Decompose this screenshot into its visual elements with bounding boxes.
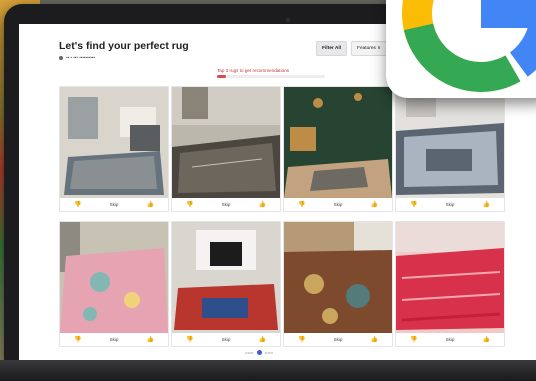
rug-photo[interactable] (60, 87, 168, 198)
rug-card[interactable]: 👎 Skip 👍 (395, 86, 505, 212)
pager: •••••• •••••• (245, 350, 274, 356)
thumbs-up-icon[interactable]: 👍 (482, 201, 489, 208)
pager-left-text: •••••• (245, 350, 254, 355)
card-vote-row: 👎 Skip 👍 (396, 333, 504, 346)
thumbs-down-icon[interactable]: 👎 (298, 336, 305, 343)
thumbs-up-icon[interactable]: 👍 (146, 201, 153, 208)
subtitle-row: •• • ••• •••••••••• (59, 55, 95, 60)
subtitle-text: •• • ••• •••••••••• (66, 55, 95, 60)
card-vote-row: 👎 Skip 👍 (60, 198, 168, 211)
rug-photo[interactable] (396, 222, 504, 333)
rug-card[interactable]: 👎 Skip 👍 (395, 221, 505, 347)
skip-button[interactable]: Skip (222, 202, 231, 207)
thumbs-down-icon[interactable]: 👎 (74, 201, 81, 208)
progress-bar (217, 75, 325, 78)
card-vote-row: 👎 Skip 👍 (60, 333, 168, 346)
skip-button[interactable]: Skip (446, 202, 455, 207)
webcam (286, 18, 290, 22)
thumbs-up-icon[interactable]: 👍 (258, 336, 265, 343)
thumbs-up-icon[interactable]: 👍 (258, 201, 265, 208)
thumbs-down-icon[interactable]: 👎 (410, 201, 417, 208)
skip-button[interactable]: Skip (334, 202, 343, 207)
info-icon (59, 55, 63, 60)
google-g-icon (401, 0, 536, 92)
card-vote-row: 👎 Skip 👍 (172, 333, 280, 346)
skip-button[interactable]: Skip (334, 337, 343, 342)
features-dropdown[interactable]: Features ∨ (351, 41, 387, 56)
rug-photo[interactable] (172, 87, 280, 198)
rug-photo[interactable] (396, 87, 504, 198)
rug-photo[interactable] (284, 222, 392, 333)
thumbs-down-icon[interactable]: 👎 (410, 336, 417, 343)
card-vote-row: 👎 Skip 👍 (172, 198, 280, 211)
rug-photo[interactable] (284, 87, 392, 198)
thumbs-down-icon[interactable]: 👎 (186, 336, 193, 343)
skip-button[interactable]: Skip (222, 337, 231, 342)
skip-button[interactable]: Skip (110, 337, 119, 342)
thumbs-down-icon[interactable]: 👎 (74, 336, 81, 343)
thumbs-down-icon[interactable]: 👎 (186, 201, 193, 208)
skip-button[interactable]: Skip (446, 337, 455, 342)
rug-card[interactable]: 👎 Skip 👍 (283, 221, 393, 347)
filter-button[interactable]: Filter All (316, 41, 348, 56)
toolbar: Filter All Features ∨ (316, 41, 387, 56)
rug-card[interactable]: 👎 Skip 👍 (59, 221, 169, 347)
rug-card[interactable]: 👎 Skip 👍 (171, 221, 281, 347)
rug-photo[interactable] (172, 222, 280, 333)
card-vote-row: 👎 Skip 👍 (396, 198, 504, 211)
page-title: Let's find your perfect rug (59, 40, 189, 52)
thumbs-up-icon[interactable]: 👍 (370, 201, 377, 208)
laptop-base (0, 360, 536, 381)
rug-card[interactable]: 👎 Skip 👍 (283, 86, 393, 212)
google-logo-card (386, 0, 536, 98)
rug-card[interactable]: 👎 Skip 👍 (171, 86, 281, 212)
thumbs-up-icon[interactable]: 👍 (482, 336, 489, 343)
pager-dot-icon[interactable] (256, 350, 262, 356)
card-vote-row: 👎 Skip 👍 (284, 333, 392, 346)
rug-photo[interactable] (60, 222, 168, 333)
progress-fill (217, 75, 226, 78)
card-vote-row: 👎 Skip 👍 (284, 198, 392, 211)
tip-text: Tap 3 rugs to get recommendations (217, 68, 290, 73)
thumbs-up-icon[interactable]: 👍 (146, 336, 153, 343)
thumbs-up-icon[interactable]: 👍 (370, 336, 377, 343)
pager-right-text: •••••• (264, 350, 274, 355)
skip-button[interactable]: Skip (110, 202, 119, 207)
thumbs-down-icon[interactable]: 👎 (298, 201, 305, 208)
rug-grid: 👎 Skip 👍 � (59, 86, 505, 347)
rug-card[interactable]: 👎 Skip 👍 (59, 86, 169, 212)
